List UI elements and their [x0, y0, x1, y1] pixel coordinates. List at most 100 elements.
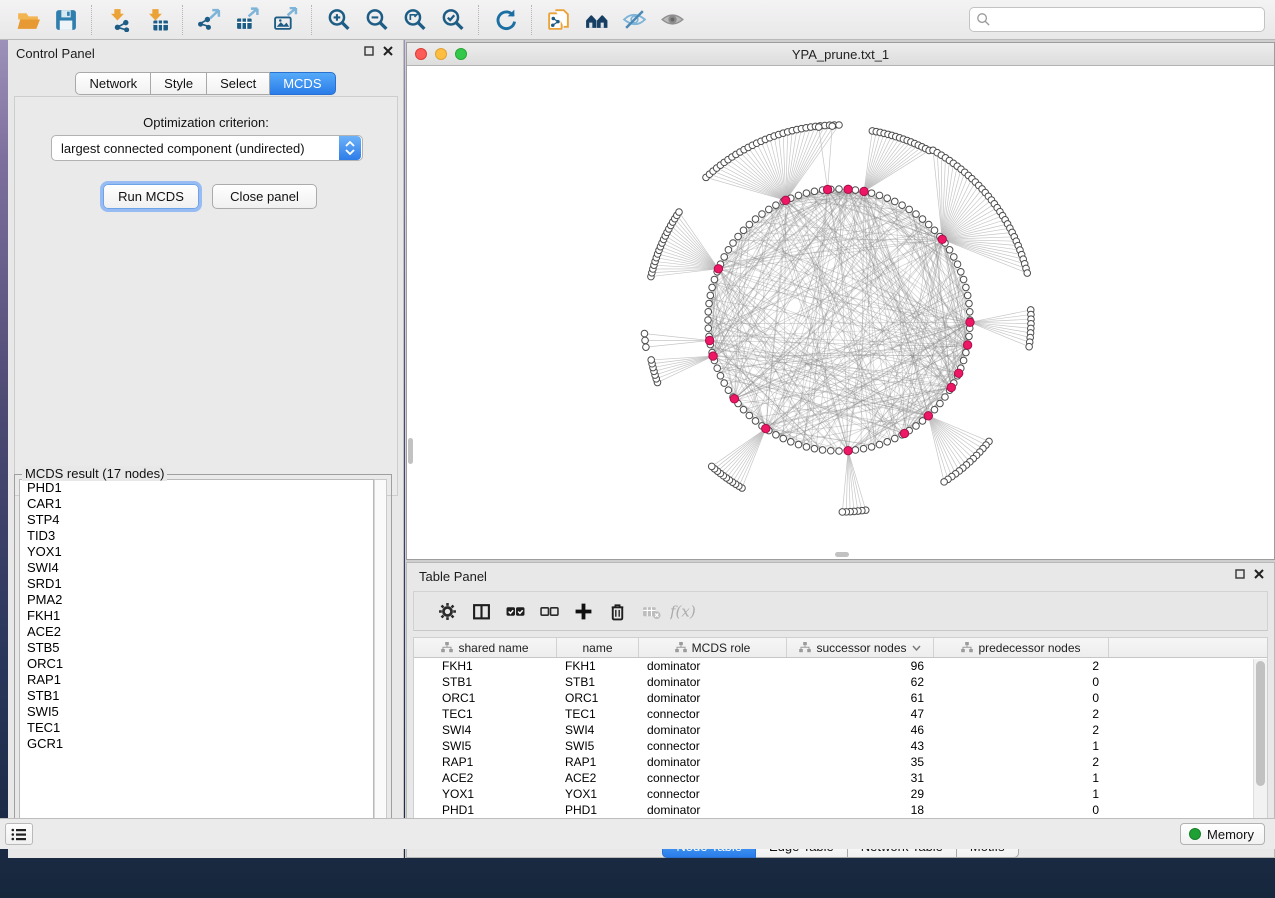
column-header-name[interactable]: name [557, 638, 639, 657]
network-canvas[interactable] [407, 66, 1274, 559]
column-header-MCDS-role[interactable]: MCDS role [639, 638, 787, 657]
cell-successor_nodes: 35 [787, 754, 934, 770]
export-table-icon [235, 7, 260, 32]
network-view-window: YPA_prune.txt_1 [406, 42, 1275, 560]
network-column-icon [441, 642, 453, 653]
mcds-result-item[interactable]: SWI5 [20, 704, 373, 720]
mcds-result-item[interactable]: GCR1 [20, 736, 373, 752]
table-row[interactable]: RAP1RAP1dominator352 [414, 754, 1267, 770]
column-header-shared-name[interactable]: shared name [414, 638, 557, 657]
float-panel-icon[interactable] [364, 46, 374, 56]
mcds-result-item[interactable]: YOX1 [20, 544, 373, 560]
mcds-result-item[interactable]: SRD1 [20, 576, 373, 592]
split-panel-button[interactable] [464, 596, 498, 626]
table-row[interactable]: SWI4SWI4dominator462 [414, 722, 1267, 738]
sort-descending-icon [912, 645, 921, 651]
column-header-predecessor-nodes[interactable]: predecessor nodes [934, 638, 1109, 657]
cell-predecessor_nodes: 1 [934, 786, 1109, 802]
table-toolbar: f(x) [413, 591, 1268, 631]
table-row[interactable]: STB1STB1dominator620 [414, 674, 1267, 690]
table-row[interactable]: YOX1YOX1connector291 [414, 786, 1267, 802]
open-file-icon [15, 7, 40, 32]
deselect-all-checkboxes-button[interactable] [532, 596, 566, 626]
open-file-button[interactable] [10, 4, 44, 36]
network-vertical-scrollthumb[interactable] [408, 438, 413, 464]
network-horizontal-scrollthumb[interactable] [835, 552, 849, 557]
table-row[interactable]: ACE2ACE2connector311 [414, 770, 1267, 786]
toolbar-separator [478, 5, 479, 35]
table-scrollbar[interactable] [1253, 659, 1267, 828]
show-all-button[interactable] [655, 4, 689, 36]
mcds-result-item[interactable]: SWI4 [20, 560, 373, 576]
mcds-result-item[interactable]: ACE2 [20, 624, 373, 640]
table-options-gear-button[interactable] [430, 596, 464, 626]
memory-button[interactable]: Memory [1180, 823, 1265, 845]
cell-predecessor_nodes: 2 [934, 706, 1109, 722]
zoom-out-button[interactable] [359, 4, 393, 36]
cytoscape-window: Control Panel NetworkStyleSelectMCDS Opt… [0, 0, 1275, 889]
save-session-button[interactable] [48, 4, 82, 36]
mcds-result-item[interactable]: FKH1 [20, 608, 373, 624]
cell-shared_name: PHD1 [414, 802, 557, 818]
mcds-result-item[interactable]: STP4 [20, 512, 373, 528]
mcds-result-item[interactable]: STB1 [20, 688, 373, 704]
network-window-titlebar[interactable]: YPA_prune.txt_1 [407, 43, 1274, 66]
tab-select[interactable]: Select [207, 72, 270, 95]
mcds-result-item[interactable]: ORC1 [20, 656, 373, 672]
optimization-criterion-select[interactable]: largest connected component (undirected) [51, 135, 363, 161]
zoom-in-button[interactable] [321, 4, 355, 36]
first-neighbors-button[interactable] [579, 4, 613, 36]
float-table-panel-icon[interactable] [1235, 569, 1245, 579]
table-row[interactable]: FKH1FKH1dominator962 [414, 658, 1267, 674]
hide-selected-button[interactable] [617, 4, 651, 36]
memory-label: Memory [1207, 827, 1254, 842]
network-column-icon [799, 642, 811, 653]
table-row[interactable]: TEC1TEC1connector472 [414, 706, 1267, 722]
cell-name: TEC1 [557, 706, 639, 722]
toolbar-separator [311, 5, 312, 35]
zoom-selected-button[interactable] [435, 4, 469, 36]
column-header-successor-nodes[interactable]: successor nodes [787, 638, 934, 657]
tab-mcds[interactable]: MCDS [270, 72, 335, 95]
close-panel-button[interactable]: Close panel [212, 184, 317, 209]
status-menu-button[interactable] [5, 823, 33, 845]
close-table-panel-icon[interactable] [1254, 569, 1264, 579]
mcds-result-item[interactable]: PHD1 [20, 480, 373, 496]
tab-style[interactable]: Style [151, 72, 207, 95]
export-image-icon [273, 7, 298, 32]
table-row[interactable]: SWI5SWI5connector431 [414, 738, 1267, 754]
run-mcds-button[interactable]: Run MCDS [103, 184, 199, 209]
table-row[interactable]: ORC1ORC1dominator610 [414, 690, 1267, 706]
search-icon [976, 12, 991, 27]
refresh-view-button[interactable] [488, 4, 522, 36]
mcds-result-item[interactable]: RAP1 [20, 672, 373, 688]
delete-column-button[interactable] [600, 596, 634, 626]
export-network-button[interactable] [192, 4, 226, 36]
mcds-list-scrollbar[interactable] [374, 479, 387, 833]
close-panel-icon[interactable] [383, 46, 393, 56]
mcds-result-item[interactable]: STB5 [20, 640, 373, 656]
import-network-button[interactable] [101, 4, 135, 36]
mcds-result-item[interactable]: CAR1 [20, 496, 373, 512]
export-table-button[interactable] [230, 4, 264, 36]
cell-successor_nodes: 96 [787, 658, 934, 674]
zoom-fit-button[interactable] [397, 4, 431, 36]
search-input[interactable] [991, 10, 1264, 30]
tab-network[interactable]: Network [75, 72, 151, 95]
mcds-result-item[interactable]: PMA2 [20, 592, 373, 608]
export-image-button[interactable] [268, 4, 302, 36]
network-graph[interactable] [407, 66, 1274, 559]
search-box[interactable] [969, 7, 1265, 32]
table-row[interactable]: PHD1PHD1dominator180 [414, 802, 1267, 818]
import-table-button[interactable] [139, 4, 173, 36]
select-all-checkboxes-button[interactable] [498, 596, 532, 626]
cell-predecessor_nodes: 2 [934, 722, 1109, 738]
mcds-result-item[interactable]: TEC1 [20, 720, 373, 736]
mcds-result-list[interactable]: PHD1CAR1STP4TID3YOX1SWI4SRD1PMA2FKH1ACE2… [19, 479, 374, 833]
cell-name: RAP1 [557, 754, 639, 770]
new-network-from-selection-button[interactable] [541, 4, 575, 36]
mcds-result-item[interactable]: TID3 [20, 528, 373, 544]
cell-predecessor_nodes: 0 [934, 690, 1109, 706]
add-column-button[interactable] [566, 596, 600, 626]
toolbar-separator [531, 5, 532, 35]
